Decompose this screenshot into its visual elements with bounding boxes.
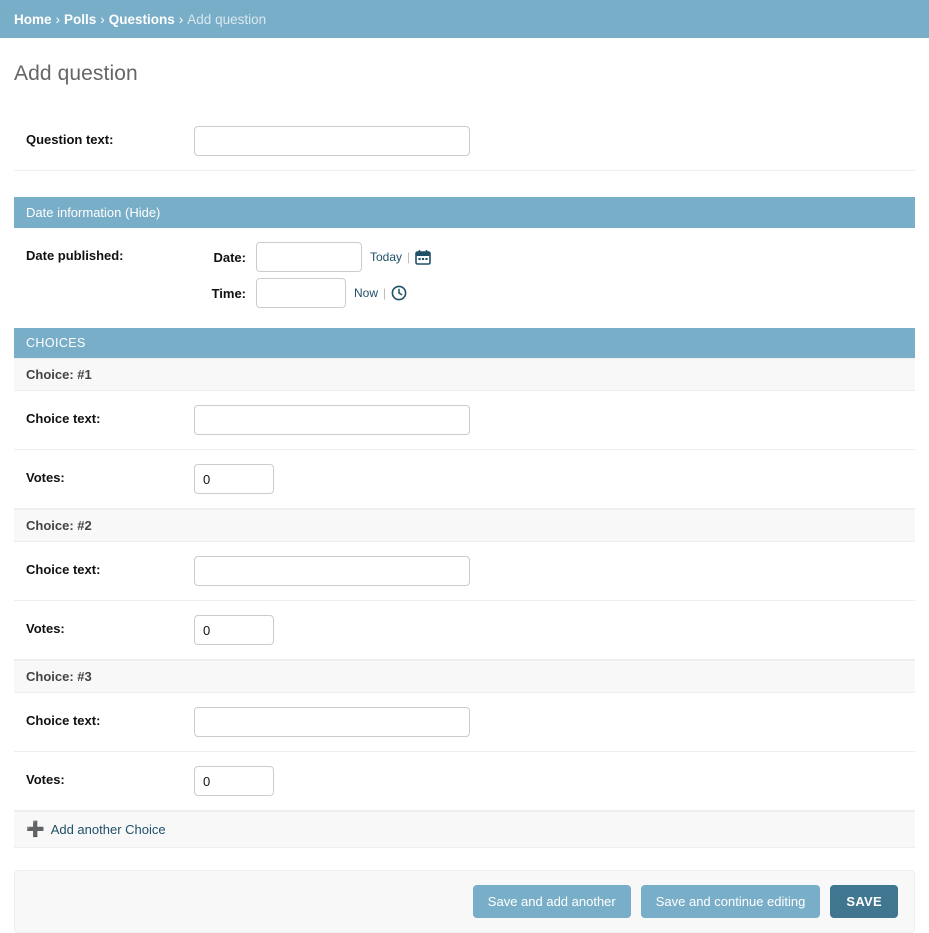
form-row-date-published: Date published: Date: Today | (14, 228, 915, 328)
question-text-label: Question text: (26, 126, 194, 147)
choice-text-field-box (194, 707, 903, 737)
choice-heading: Choice: #1 (14, 358, 915, 391)
votes-field-box (194, 464, 903, 494)
breadcrumb-item-polls[interactable]: Polls (64, 12, 96, 27)
clock-icon[interactable] (391, 285, 407, 301)
form-row-votes: Votes: (14, 752, 915, 811)
form-row-votes: Votes: (14, 601, 915, 660)
choice-text-field-box (194, 405, 903, 435)
time-input[interactable] (256, 278, 346, 308)
votes-field-box (194, 615, 903, 645)
form-row-choice-text: Choice text: (14, 693, 915, 752)
votes-label: Votes: (26, 615, 194, 636)
choice-text-label: Choice text: (26, 405, 194, 426)
submit-row: Save and add another Save and continue e… (14, 870, 915, 933)
time-label: Time: (194, 286, 246, 301)
add-question-form: Question text: Date information (Hide) D… (14, 112, 915, 933)
choice-heading: Choice: #2 (14, 509, 915, 542)
shortcut-separator: | (383, 286, 386, 300)
choices-inline-group: CHOICES Choice: #1 Choice text: Votes: (14, 328, 915, 848)
date-label: Date: (194, 250, 246, 265)
choice-text-field-box (194, 556, 903, 586)
save-and-continue-editing-button[interactable]: Save and continue editing (641, 885, 821, 918)
breadcrumb-separator: › (100, 12, 105, 27)
choices-header: CHOICES (14, 328, 915, 358)
choice-text-label: Choice text: (26, 707, 194, 728)
form-row-choice-text: Choice text: (14, 542, 915, 601)
breadcrumb-item-questions[interactable]: Questions (109, 12, 175, 27)
now-link[interactable]: Now (354, 286, 378, 300)
date-shortcuts: Today | (370, 249, 431, 265)
date-published-field-box: Date: Today | (194, 242, 903, 314)
plus-icon: ➕ (26, 822, 45, 837)
time-row: Time: Now | (194, 278, 903, 308)
votes-input[interactable] (194, 615, 274, 645)
inline-choice-3: Choice: #3 Choice text: Votes: (14, 660, 915, 811)
breadcrumb-item-home[interactable]: Home (14, 12, 52, 27)
shortcut-separator: | (407, 250, 410, 264)
votes-field-box (194, 766, 903, 796)
breadcrumb-separator: › (179, 12, 184, 27)
votes-label: Votes: (26, 766, 194, 787)
choice-heading: Choice: #3 (14, 660, 915, 693)
votes-input[interactable] (194, 464, 274, 494)
choice-text-input[interactable] (194, 707, 470, 737)
votes-label: Votes: (26, 464, 194, 485)
date-information-header[interactable]: Date information (Hide) (14, 197, 915, 228)
add-another-choice-link[interactable]: Add another Choice (51, 822, 166, 837)
date-row: Date: Today | (194, 242, 903, 272)
votes-input[interactable] (194, 766, 274, 796)
choice-text-input[interactable] (194, 556, 470, 586)
choice-text-label: Choice text: (26, 556, 194, 577)
form-row-question-text: Question text: (14, 112, 915, 171)
breadcrumb-separator: › (56, 12, 61, 27)
choice-text-input[interactable] (194, 405, 470, 435)
page-title: Add question (14, 62, 915, 86)
form-row-choice-text: Choice text: (14, 391, 915, 450)
date-published-label: Date published: (26, 242, 194, 263)
inline-choice-1: Choice: #1 Choice text: Votes: (14, 358, 915, 509)
calendar-icon[interactable] (415, 249, 431, 265)
save-and-add-another-button[interactable]: Save and add another (473, 885, 631, 918)
inline-choice-2: Choice: #2 Choice text: Votes: (14, 509, 915, 660)
form-row-votes: Votes: (14, 450, 915, 509)
question-fieldset: Question text: (14, 112, 915, 171)
save-button[interactable]: SAVE (830, 885, 898, 918)
time-shortcuts: Now | (354, 285, 407, 301)
add-another-choice-row[interactable]: ➕ Add another Choice (14, 811, 915, 848)
breadcrumb-item-current: Add question (187, 12, 266, 27)
date-input[interactable] (256, 242, 362, 272)
breadcrumb: Home › Polls › Questions › Add question (0, 0, 929, 38)
content-area: Add question Question text: Date informa… (0, 62, 929, 933)
today-link[interactable]: Today (370, 250, 402, 264)
question-text-input[interactable] (194, 126, 470, 156)
question-text-field-box (194, 126, 903, 156)
date-information-fieldset: Date information (Hide) Date published: … (14, 197, 915, 328)
